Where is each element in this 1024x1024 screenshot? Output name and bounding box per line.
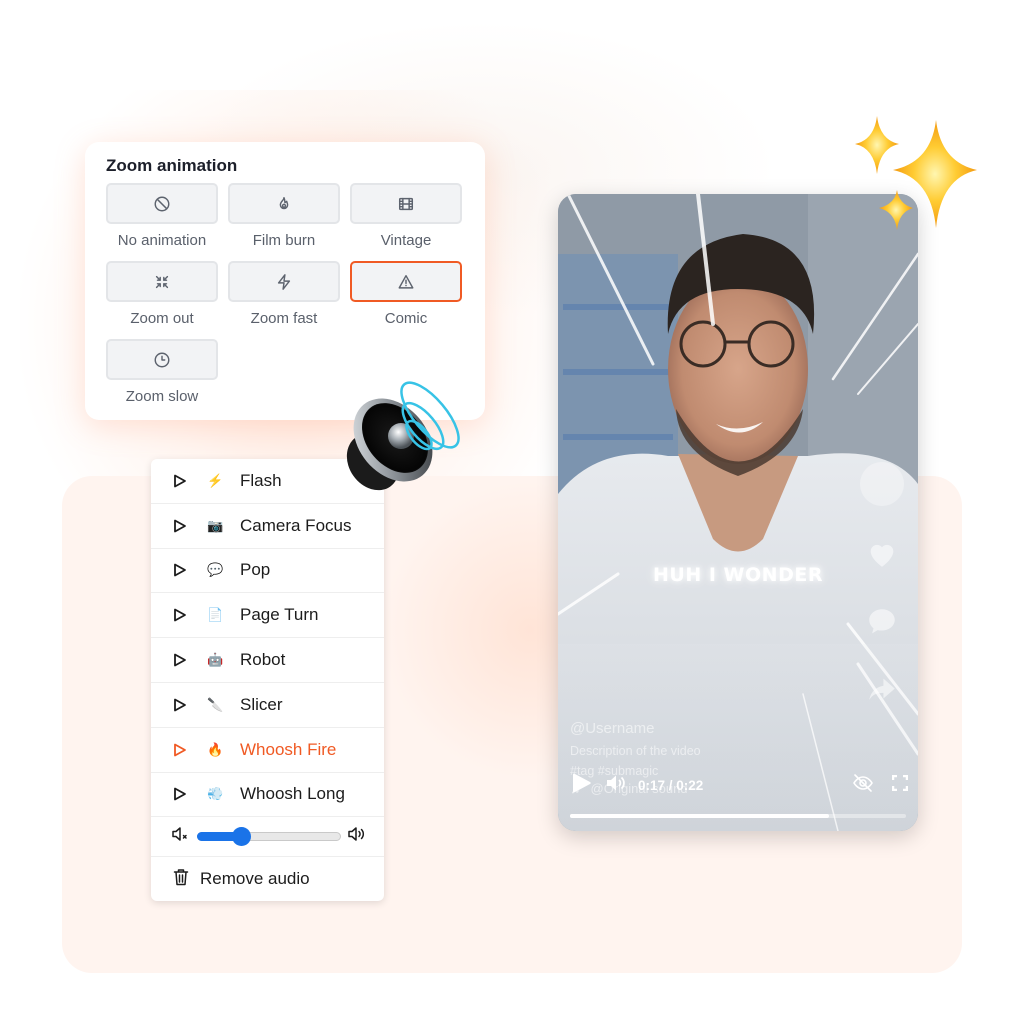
robot-emoji-icon: 🤖 [207, 652, 224, 668]
comment-button[interactable] [860, 602, 904, 642]
video-progress-fill [570, 814, 829, 818]
anim-label: Vintage [380, 232, 432, 249]
sound-label: Camera Focus [240, 515, 352, 535]
anim-label: Film burn [252, 232, 316, 249]
shrink-icon [155, 275, 169, 288]
anim-label: Zoom slow [125, 388, 199, 405]
camera-emoji-icon: 📷 [207, 517, 224, 533]
anim-tile[interactable] [106, 339, 218, 380]
anim-label: Comic [384, 310, 428, 327]
share-button[interactable] [860, 670, 904, 710]
mute-button[interactable] [606, 774, 626, 797]
play-icon[interactable] [173, 563, 187, 577]
play-icon [573, 773, 591, 792]
page-emoji-icon: 📄 [207, 607, 224, 623]
lightning-icon [277, 273, 291, 290]
video-description: Description of the video [570, 744, 701, 758]
sound-item-whoosh-long[interactable]: 💨 Whoosh Long [151, 773, 384, 818]
play-icon[interactable] [173, 653, 187, 667]
anim-tile[interactable] [228, 261, 340, 302]
sound-label: Page Turn [240, 605, 319, 625]
video-time: 0:17 / 0:22 [638, 777, 704, 793]
sound-item-page-turn[interactable]: 📄 Page Turn [151, 593, 384, 639]
ban-icon [154, 196, 170, 211]
sound-label: Whoosh Long [240, 784, 345, 804]
anim-option-no-animation[interactable]: No animation [106, 183, 218, 261]
video-progress-bar[interactable] [570, 814, 906, 818]
anim-label: Zoom out [130, 310, 194, 327]
play-icon[interactable] [173, 698, 187, 712]
anim-option-zoom-fast[interactable]: Zoom fast [228, 261, 340, 339]
hide-overlay-button[interactable] [852, 773, 874, 798]
video-username[interactable]: @Username [570, 720, 701, 737]
video-controls: 0:17 / 0:22 [570, 773, 909, 798]
anim-option-vintage[interactable]: Vintage [350, 183, 462, 261]
anim-label: Zoom fast [250, 310, 318, 327]
anim-tile[interactable] [106, 261, 218, 302]
clock-icon [154, 352, 170, 367]
trash-icon [173, 868, 189, 891]
video-player[interactable]: HUH I WONDER @Username Description of th… [558, 194, 918, 831]
sound-item-whoosh-fire[interactable]: 🔥 Whoosh Fire [151, 728, 384, 773]
sound-item-robot[interactable]: 🤖 Robot [151, 638, 384, 683]
play-button[interactable] [570, 773, 592, 798]
volume-max-icon[interactable] [347, 826, 367, 847]
remove-audio-label: Remove audio [200, 869, 310, 889]
play-icon[interactable] [173, 519, 187, 533]
anim-option-zoom-out[interactable]: Zoom out [106, 261, 218, 339]
anim-option-zoom-slow[interactable]: Zoom slow [106, 339, 218, 417]
warning-triangle-icon [398, 274, 414, 289]
share-icon [869, 678, 895, 700]
speech-bubble-emoji-icon: 💬 [207, 562, 224, 578]
volume-slider[interactable] [197, 827, 341, 847]
sound-item-pop[interactable]: 💬 Pop [151, 549, 384, 594]
sparkles-icon [855, 116, 977, 230]
side-actions [860, 462, 904, 710]
play-icon[interactable] [173, 474, 187, 488]
heart-icon [870, 544, 894, 567]
sound-effects-list: ⚡ Flash 📷 Camera Focus 💬 Pop 📄 Page Turn… [151, 459, 384, 902]
sound-item-slicer[interactable]: 🔪 Slicer [151, 683, 384, 728]
sound-label: Pop [240, 560, 271, 580]
volume-mute-icon[interactable] [171, 826, 191, 847]
creator-avatar[interactable] [860, 462, 904, 506]
knife-emoji-icon: 🔪 [207, 696, 224, 712]
zoom-animation-title: Zoom animation [106, 156, 238, 175]
anim-tile[interactable] [350, 261, 462, 302]
wind-emoji-icon: 💨 [207, 786, 224, 802]
fullscreen-icon [891, 774, 909, 791]
volume-slider-thumb[interactable] [231, 827, 251, 847]
comment-icon [869, 609, 895, 634]
eye-off-icon [853, 773, 873, 792]
volume-icon [607, 775, 625, 790]
sound-label: Slicer [240, 694, 283, 714]
sound-label: Robot [240, 650, 286, 670]
anim-tile[interactable] [350, 183, 462, 224]
anim-option-film-burn[interactable]: Film burn [228, 183, 340, 261]
flame-icon [279, 196, 289, 209]
anim-tile[interactable] [228, 183, 340, 224]
anim-label: No animation [117, 232, 207, 249]
play-icon[interactable] [173, 787, 187, 801]
like-button[interactable] [860, 534, 904, 574]
remove-audio-button[interactable]: Remove audio [151, 857, 384, 901]
lightning-emoji-icon: ⚡ [207, 472, 224, 488]
fullscreen-button[interactable] [891, 774, 909, 796]
speaker-icon [346, 381, 460, 491]
anim-tile[interactable] [106, 183, 218, 224]
anim-option-comic[interactable]: Comic [350, 261, 462, 339]
volume-control [151, 817, 384, 858]
sound-label: Whoosh Fire [240, 739, 337, 759]
sound-item-camera-focus[interactable]: 📷 Camera Focus [151, 504, 384, 549]
film-icon [398, 197, 414, 210]
play-icon[interactable] [173, 743, 187, 757]
fire-emoji-icon: 🔥 [207, 741, 224, 757]
sound-label: Flash [240, 470, 282, 490]
play-icon[interactable] [173, 608, 187, 622]
